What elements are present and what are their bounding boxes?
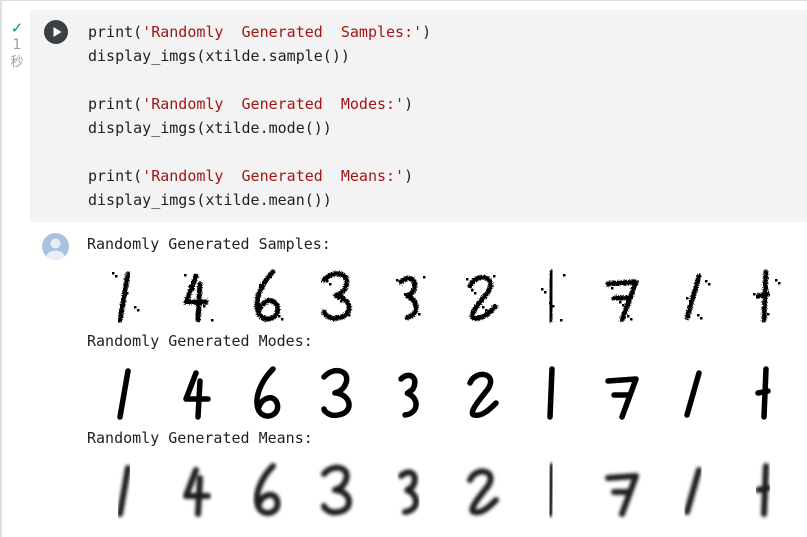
execution-status: ✓ 1 秒 [6, 20, 28, 72]
samples-digit-image [753, 269, 781, 323]
modes-digit-image [467, 371, 499, 419]
means-digit-image [253, 463, 281, 517]
samples-digit-image [541, 269, 566, 323]
means-digit-image [321, 464, 352, 516]
modes-digit-image [183, 370, 211, 420]
samples-digit-image [396, 275, 426, 321]
means-digit-image [117, 465, 131, 517]
means-label: Randomly Generated Means: [87, 429, 313, 447]
output-avatar-icon [42, 233, 69, 260]
means-digit-image [755, 463, 771, 517]
cell-left-border [0, 0, 2, 537]
means-digit-image [547, 463, 555, 517]
modes-digit-image [398, 372, 419, 418]
modes-digit-image [684, 370, 702, 418]
samples-digit-image [254, 269, 284, 322]
modes-digit-image [117, 368, 131, 420]
modes-digit-image [321, 367, 352, 419]
check-icon: ✓ [10, 19, 24, 37]
execution-count: 1 [12, 37, 22, 53]
samples-digit-image [183, 273, 214, 323]
means-digit-image [605, 473, 639, 517]
means-digit-image [684, 467, 702, 515]
code-line: print('Randomly Generated Modes:') [88, 95, 414, 113]
modes-digit-image [755, 366, 771, 420]
samples-digit-image [466, 275, 499, 321]
modes-label: Randomly Generated Modes: [87, 332, 313, 350]
code-editor[interactable]: print('Randomly Generated Samples:') disp… [88, 20, 431, 212]
means-digit-image [467, 468, 499, 516]
code-line: display_imgs(xtilde.sample()) [88, 47, 350, 65]
means-digit-image [398, 469, 419, 515]
samples-digit-image [112, 271, 140, 323]
samples-label: Randomly Generated Samples: [87, 235, 331, 253]
code-line: print('Randomly Generated Samples:') [88, 23, 432, 41]
samples-digit-image [684, 273, 711, 321]
modes-digit-image [547, 366, 555, 420]
modes-digit-image [605, 376, 639, 420]
top-border [0, 0, 807, 1]
execution-unit: 秒 [10, 55, 24, 70]
samples-digit-image [605, 279, 639, 323]
samples-digit-image [321, 271, 352, 321]
run-cell-button[interactable] [44, 20, 68, 44]
modes-digit-image [254, 366, 281, 419]
play-icon [53, 27, 62, 37]
means-digit-image [183, 467, 211, 517]
code-line: print('Randomly Generated Means:') [88, 167, 414, 185]
code-line: display_imgs(xtilde.mode()) [88, 119, 332, 137]
code-line: display_imgs(xtilde.mean()) [88, 191, 332, 209]
